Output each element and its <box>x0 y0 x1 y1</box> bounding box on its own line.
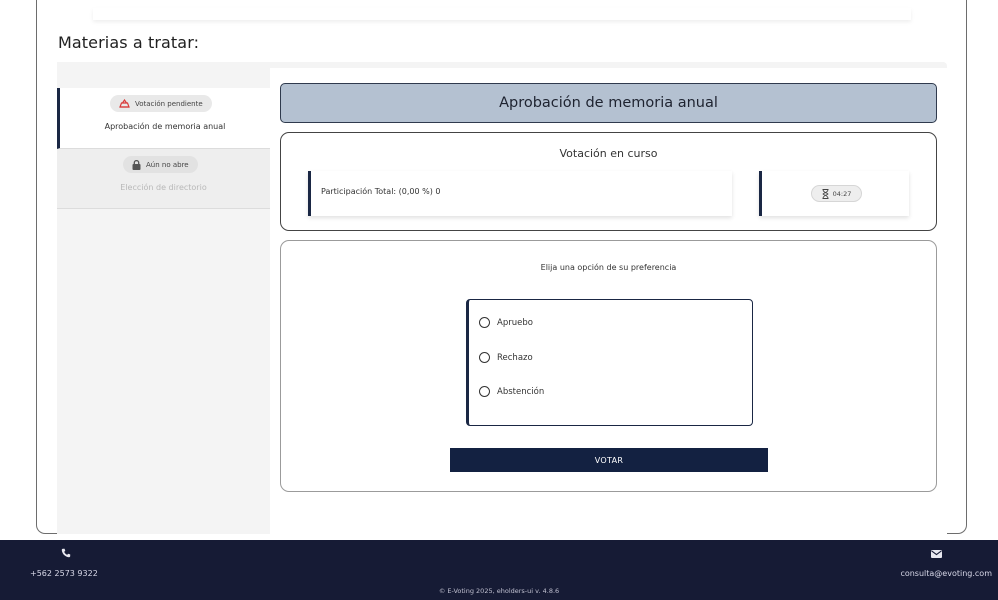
agenda-item-title: Aprobación de memoria anual <box>104 122 226 131</box>
section-title: Materias a tratar: <box>58 33 200 52</box>
footer-copyright: © E-Voting 2025, eholders-ui v. 4.8.6 <box>438 587 560 595</box>
agenda-header-title: Aprobación de memoria anual <box>499 95 718 111</box>
radio-button[interactable] <box>479 386 490 397</box>
agenda-header: Aprobación de memoria anual <box>280 83 937 123</box>
top-card-edge <box>93 8 911 20</box>
vote-button[interactable]: VOTAR <box>450 448 768 472</box>
vote-form: Elija una opción de su preferencia Aprue… <box>280 240 937 492</box>
phone-icon[interactable] <box>61 548 71 558</box>
agenda-item-directorio: Aún no abre Elección de directorio <box>57 149 270 209</box>
option-abstencion[interactable]: Abstención <box>479 386 544 397</box>
footer: +562 2573 9322 consulta@evoting.com © E-… <box>0 540 998 600</box>
badge-label: Aún no abre <box>146 160 189 169</box>
voting-status-title: Votación en curso <box>559 147 658 160</box>
timer-value: 04:27 <box>832 189 852 198</box>
agenda-item-memoria[interactable]: Votación pendiente Aprobación de memoria… <box>57 88 270 149</box>
lock-icon <box>132 159 141 170</box>
option-rechazo[interactable]: Rechazo <box>479 352 533 363</box>
timer-badge: 04:27 <box>811 185 862 202</box>
agenda-item-title: Elección de directorio <box>120 183 207 192</box>
ballot-icon <box>119 99 130 108</box>
participation-card: Participación Total: (0,00 %) 0 <box>308 171 732 216</box>
footer-email[interactable]: consulta@evoting.com <box>900 569 992 578</box>
voting-status-box: Votación en curso Participación Total: (… <box>280 132 937 231</box>
option-label: Apruebo <box>497 317 533 328</box>
radio-button[interactable] <box>479 317 490 328</box>
hourglass-icon <box>822 188 829 199</box>
badge-label: Votación pendiente <box>135 99 203 108</box>
timer-card: 04:27 <box>759 171 909 216</box>
participation-text: Participación Total: (0,00 %) 0 <box>321 187 441 196</box>
vote-options: Apruebo Rechazo Abstención <box>466 299 753 426</box>
radio-button[interactable] <box>479 352 490 363</box>
pending-vote-badge: Votación pendiente <box>110 95 212 112</box>
option-label: Rechazo <box>497 352 533 363</box>
mail-icon[interactable] <box>931 550 942 558</box>
option-apruebo[interactable]: Apruebo <box>479 317 533 328</box>
footer-phone[interactable]: +562 2573 9322 <box>30 569 98 578</box>
option-label: Abstención <box>497 386 545 397</box>
not-open-badge: Aún no abre <box>123 156 198 173</box>
vote-prompt: Elija una opción de su preferencia <box>540 263 677 272</box>
